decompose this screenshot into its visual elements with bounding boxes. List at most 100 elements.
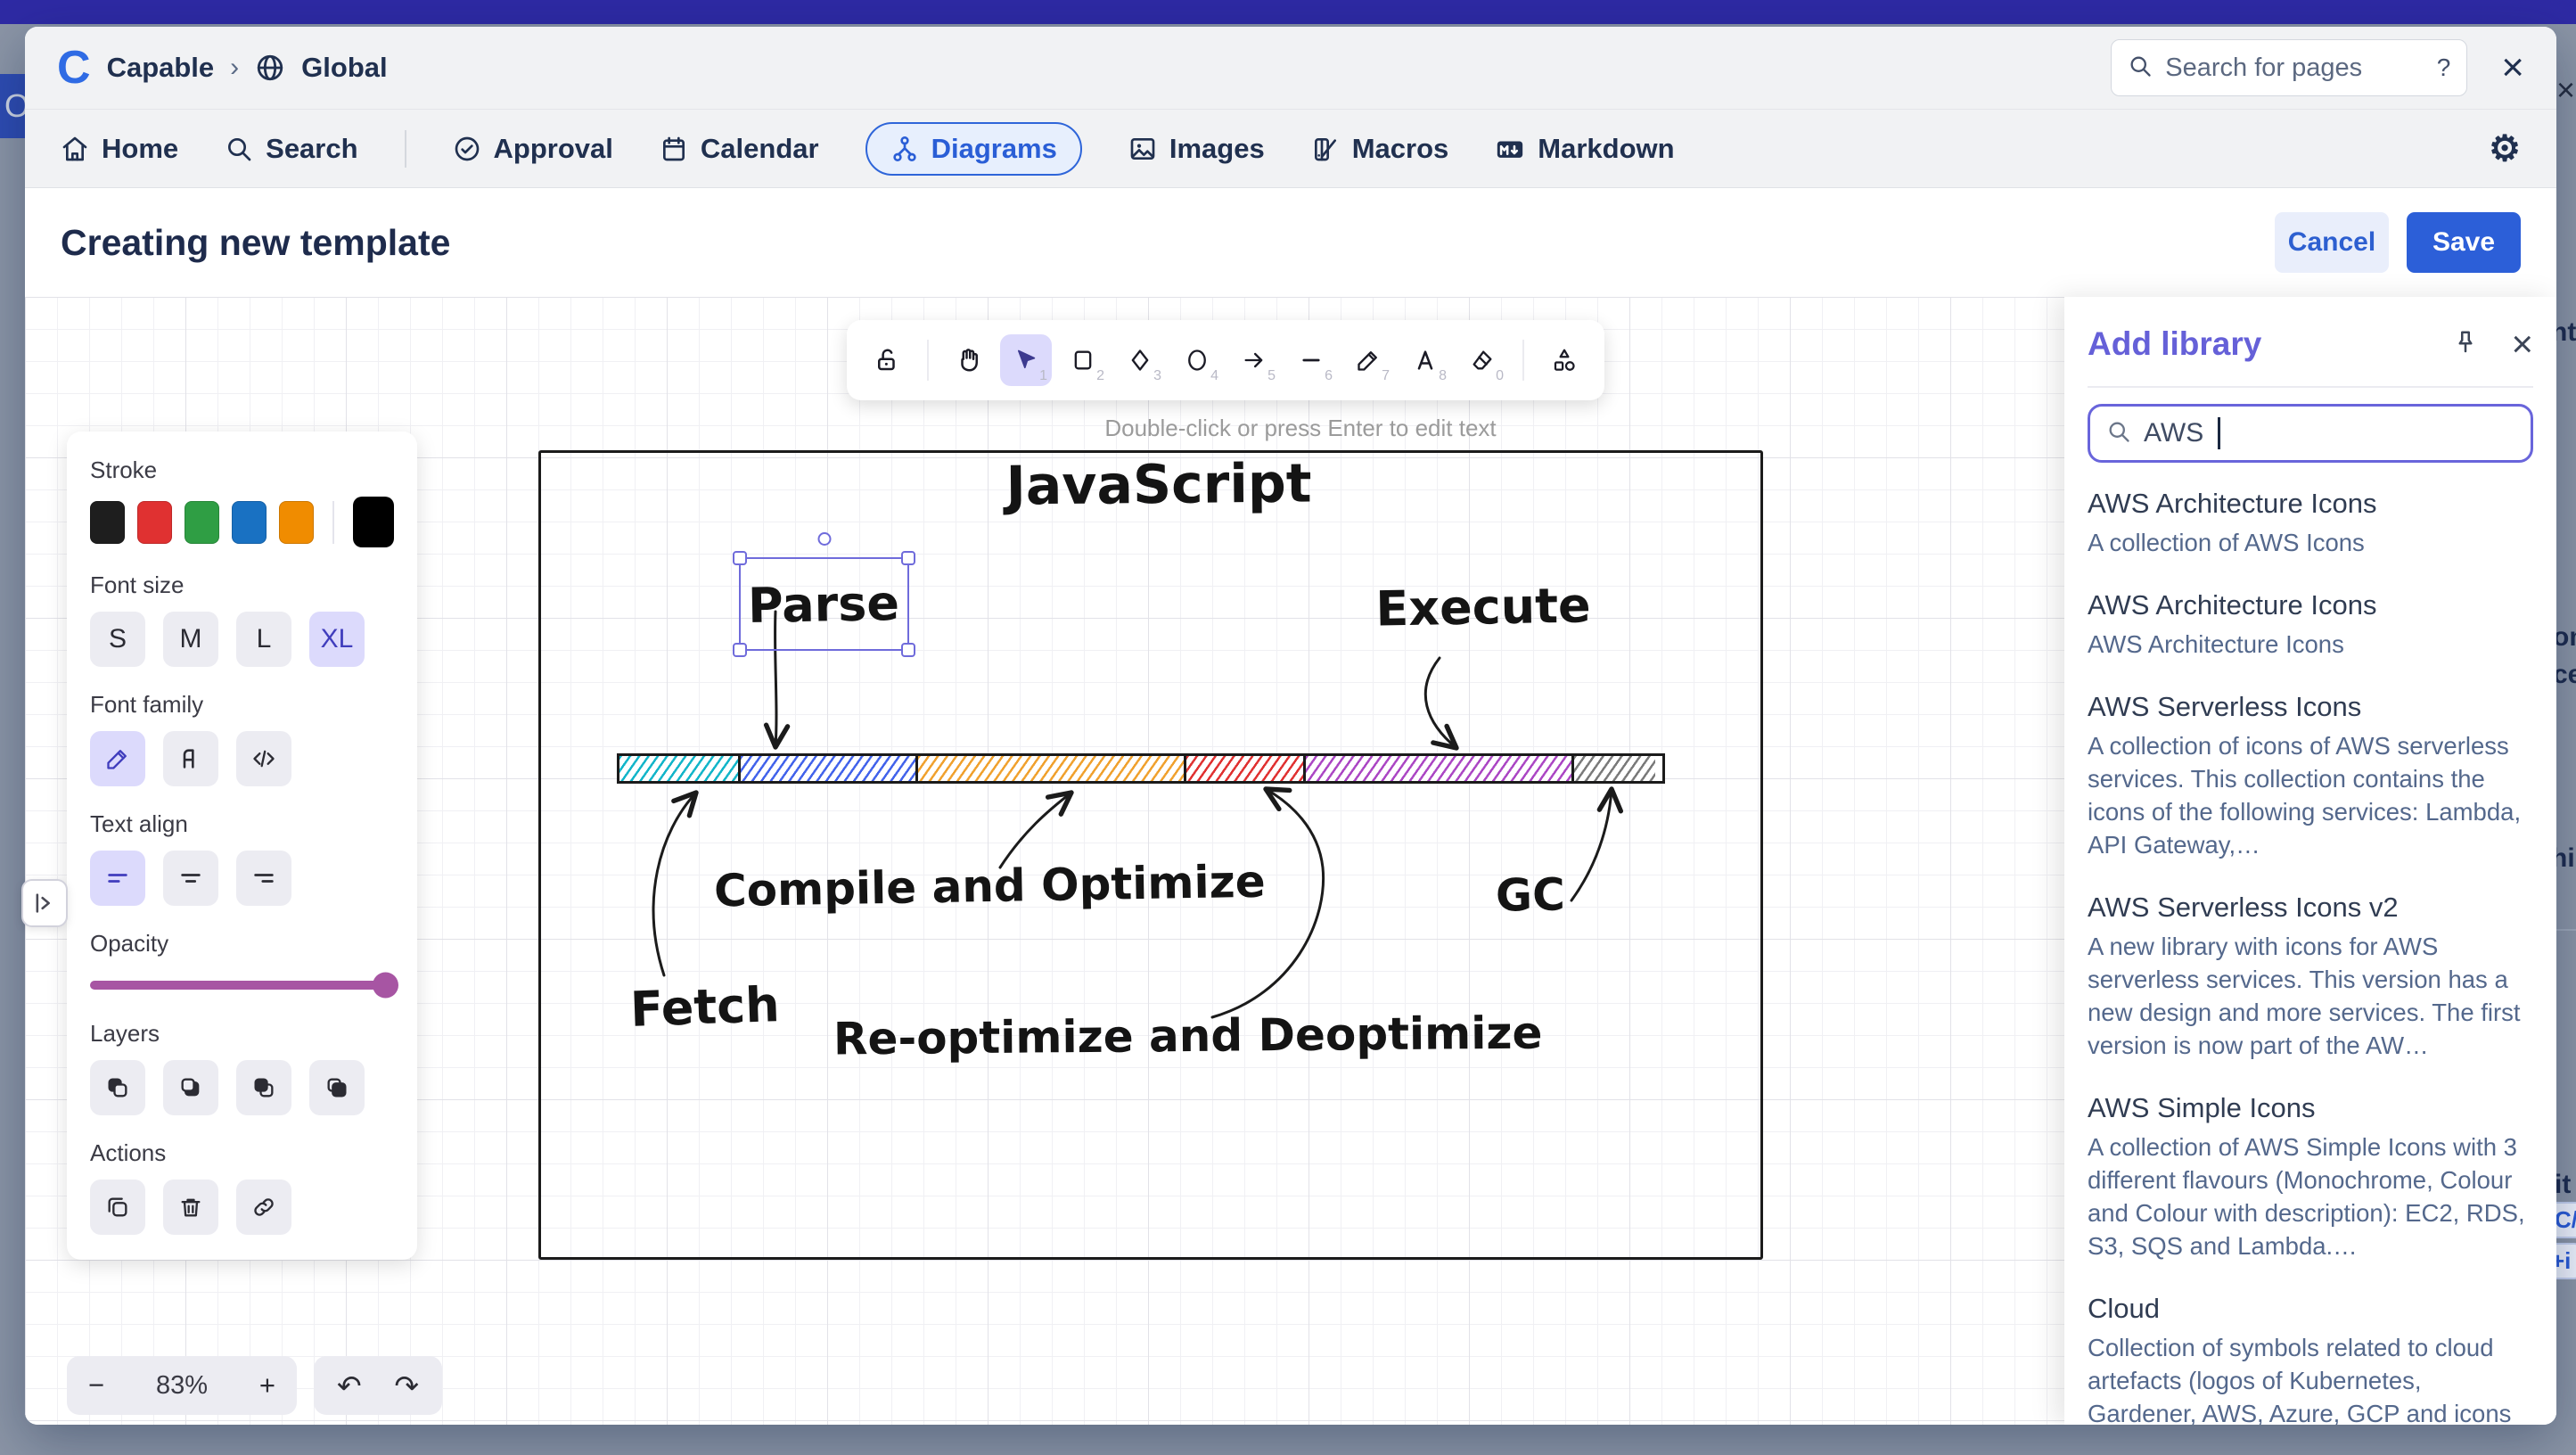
align-left-button[interactable] xyxy=(90,851,145,906)
bar-segment-execute[interactable] xyxy=(1306,756,1574,781)
swatch-divider xyxy=(332,500,334,544)
bar-segment-parse[interactable] xyxy=(741,756,918,781)
library-item[interactable]: AWS Simple Icons A collection of AWS Sim… xyxy=(2088,1092,2533,1262)
text-tool[interactable]: 8 xyxy=(1399,334,1451,386)
library-panel-title: Add library xyxy=(2088,325,2262,362)
undo-button[interactable]: ↶ xyxy=(337,1369,362,1403)
link-button[interactable] xyxy=(236,1180,291,1235)
sidebar-toggle-button[interactable] xyxy=(21,879,68,927)
library-search-input[interactable]: AWS xyxy=(2088,404,2533,463)
home-icon xyxy=(61,135,89,163)
send-to-back-button[interactable] xyxy=(163,1060,218,1115)
nav-item-approval[interactable]: Approval xyxy=(453,133,613,165)
send-backward-button[interactable] xyxy=(90,1060,145,1115)
opacity-slider[interactable] xyxy=(90,972,398,999)
bar-segment-reoptimize[interactable] xyxy=(1186,756,1306,781)
hand-tool[interactable] xyxy=(943,334,995,386)
diagram-reoptimize-text[interactable]: Re-optimize and Deoptimize xyxy=(833,1007,1543,1065)
bar-segment-compile[interactable] xyxy=(918,756,1186,781)
delete-button[interactable] xyxy=(163,1180,218,1235)
library-close-icon[interactable]: × xyxy=(2511,325,2533,363)
search-pages-box[interactable]: Search for pages ? xyxy=(2111,39,2468,96)
bar-segment-gc[interactable] xyxy=(1574,756,1655,781)
stroke-swatch-orange[interactable] xyxy=(279,500,315,544)
chevron-right-icon: › xyxy=(230,53,240,82)
lock-tool[interactable] xyxy=(861,334,913,386)
line-tool[interactable]: 6 xyxy=(1285,334,1337,386)
breadcrumb-space[interactable]: Global xyxy=(301,52,387,84)
duplicate-button[interactable] xyxy=(90,1180,145,1235)
rectangle-tool[interactable]: 2 xyxy=(1057,334,1109,386)
diagram-fetch-text[interactable]: Fetch xyxy=(629,976,781,1038)
breadcrumb: Capable › Global xyxy=(107,52,388,84)
nav-item-images[interactable]: Images xyxy=(1128,133,1265,165)
library-item[interactable]: AWS Architecture Icons A collection of A… xyxy=(2088,488,2533,559)
library-item[interactable]: Cloud Collection of symbols related to c… xyxy=(2088,1293,2533,1425)
arrow-tool[interactable]: 5 xyxy=(1228,334,1280,386)
font-code-button[interactable] xyxy=(236,731,291,786)
diagram-rectangle[interactable] xyxy=(538,450,1763,1260)
branch-icon xyxy=(890,135,919,163)
font-size-l-button[interactable]: L xyxy=(236,612,291,667)
stroke-swatch-blue[interactable] xyxy=(232,500,267,544)
shapes-tool[interactable] xyxy=(1538,334,1590,386)
zoom-level[interactable]: 83% xyxy=(156,1371,208,1401)
font-hand-drawn-button[interactable] xyxy=(90,731,145,786)
breadcrumb-app[interactable]: Capable xyxy=(107,52,215,84)
resize-handle-nw[interactable] xyxy=(733,551,747,565)
zoom-out-button[interactable]: − xyxy=(88,1369,104,1402)
nav-item-macros[interactable]: Macros xyxy=(1311,133,1448,165)
resize-handle-ne[interactable] xyxy=(901,551,915,565)
settings-gear-icon[interactable]: ⚙ xyxy=(2489,128,2521,169)
font-size-m-button[interactable]: M xyxy=(163,612,218,667)
save-button[interactable]: Save xyxy=(2407,212,2521,273)
library-results-list[interactable]: AWS Architecture Icons A collection of A… xyxy=(2088,488,2533,1425)
nav-item-markdown[interactable]: Markdown xyxy=(1495,133,1675,165)
draw-tool[interactable]: 7 xyxy=(1342,334,1394,386)
resize-handle-sw[interactable] xyxy=(733,643,747,657)
align-center-button[interactable] xyxy=(163,851,218,906)
diamond-tool[interactable]: 3 xyxy=(1114,334,1166,386)
stroke-swatch-green[interactable] xyxy=(185,500,220,544)
current-stroke-swatch[interactable] xyxy=(352,497,395,547)
selection-tool[interactable]: 1 xyxy=(1000,334,1052,386)
stroke-section: Stroke xyxy=(90,456,395,547)
diagram-gc-text[interactable]: GC xyxy=(1495,868,1565,921)
nav-divider xyxy=(404,129,406,168)
font-size-xl-button[interactable]: XL xyxy=(309,612,365,667)
stroke-swatch-red[interactable] xyxy=(137,500,173,544)
bar-segment-fetch[interactable] xyxy=(619,756,741,781)
template-editor-modal: C Capable › Global Search for pages ? × … xyxy=(25,27,2556,1425)
redo-button[interactable]: ↷ xyxy=(394,1369,419,1403)
background-text-fragment: it xyxy=(2555,1170,2572,1199)
nav-item-diagrams[interactable]: Diagrams xyxy=(865,121,1082,176)
cancel-button[interactable]: Cancel xyxy=(2275,212,2389,273)
pipeline-bar[interactable] xyxy=(617,753,1665,784)
diagram-execute-text[interactable]: Execute xyxy=(1375,577,1591,637)
library-item[interactable]: AWS Serverless Icons A collection of ico… xyxy=(2088,691,2533,861)
stroke-swatch-black[interactable] xyxy=(90,500,126,544)
library-item[interactable]: AWS Serverless Icons v2 A new library wi… xyxy=(2088,892,2533,1062)
ellipse-tool[interactable]: 4 xyxy=(1171,334,1223,386)
font-normal-button[interactable] xyxy=(163,731,218,786)
opacity-slider-knob[interactable] xyxy=(373,972,398,999)
nav-item-calendar[interactable]: Calendar xyxy=(660,133,819,165)
zoom-in-button[interactable]: + xyxy=(259,1369,275,1402)
diagram-canvas[interactable]: Double-click or press Enter to edit text… xyxy=(25,297,2556,1425)
align-right-button[interactable] xyxy=(236,851,291,906)
font-size-s-button[interactable]: S xyxy=(90,612,145,667)
resize-handle-se[interactable] xyxy=(901,643,915,657)
bring-forward-button[interactable] xyxy=(236,1060,291,1115)
diagram-compile-text[interactable]: Compile and Optimize xyxy=(714,856,1267,917)
modal-close-icon[interactable]: × xyxy=(2501,48,2524,87)
rotate-handle[interactable] xyxy=(817,532,831,546)
bring-to-front-button[interactable] xyxy=(309,1060,365,1115)
eraser-tool[interactable]: 0 xyxy=(1456,334,1508,386)
font-family-section: Font family xyxy=(90,691,394,786)
nav-item-search[interactable]: Search xyxy=(225,133,358,165)
selection-box[interactable] xyxy=(733,532,915,657)
pin-icon[interactable] xyxy=(2452,329,2479,360)
diagram-title-text[interactable]: JavaScript xyxy=(1005,453,1312,518)
nav-item-home[interactable]: Home xyxy=(61,133,178,165)
library-item[interactable]: AWS Architecture Icons AWS Architecture … xyxy=(2088,589,2533,661)
